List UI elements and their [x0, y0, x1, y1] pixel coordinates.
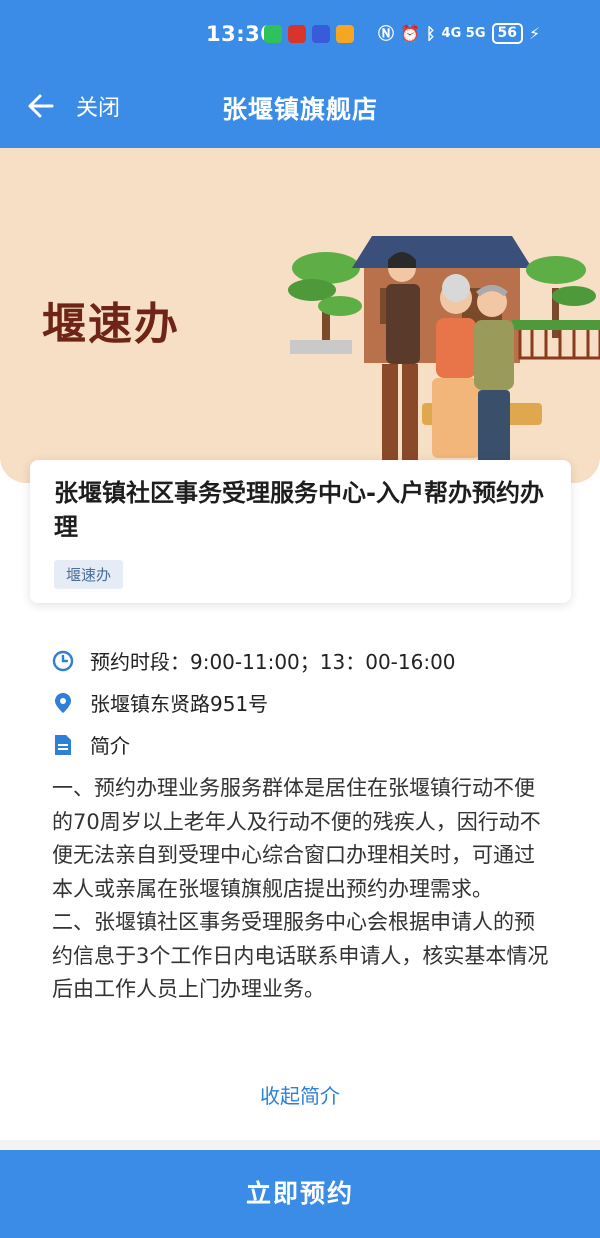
wechat-icon [264, 25, 282, 43]
service-tag: 堰速办 [54, 560, 124, 589]
battery-indicator: 56 [491, 23, 523, 44]
service-info-card: 张堰镇社区事务受理服务中心-入户帮办预约办理 堰速办 [30, 460, 571, 603]
bluetooth-icon: ᛒ [425, 23, 436, 43]
nav-bar: 关闭 张堰镇旗舰店 [0, 70, 600, 148]
network-indicator: 4G 5G [441, 26, 486, 41]
hero-brand-text: 堰速办 [42, 299, 180, 350]
alarm-icon: ⏰ [400, 23, 420, 43]
system-status: Ⓝ ⏰ ᛒ 4G 5G 56 ⚡ [378, 23, 540, 44]
voice-app-icon [312, 25, 330, 43]
collapse-intro-link[interactable]: 收起简介 [0, 1080, 600, 1109]
intro-label: 简介 [90, 734, 130, 758]
intro-text: 一、预约办理业务服务群体是居住在张堰镇行动不便的70周岁以上老年人及行动不便的残… [52, 776, 549, 1001]
page-title: 张堰镇旗舰店 [221, 95, 378, 124]
time-slot-row: 预约时段：9:00-11:00；13：00-16:00 [52, 646, 456, 675]
news-app-icon [288, 25, 306, 43]
book-now-button[interactable]: 立即预约 [0, 1150, 600, 1238]
time-slot-text: 预约时段：9:00-11:00；13：00-16:00 [90, 650, 456, 674]
notification-icons [264, 25, 354, 43]
address-text: 张堰镇东贤路951号 [90, 692, 269, 716]
service-title: 张堰镇社区事务受理服务中心-入户帮办预约办理 [54, 479, 544, 541]
nfc-icon: Ⓝ [378, 23, 395, 43]
document-icon [55, 734, 71, 755]
weibo-icon [336, 25, 354, 43]
community-service-illustration [288, 236, 600, 474]
intro-header-row: 简介 [52, 730, 130, 759]
status-bar: 13:30 Ⓝ ⏰ ᛒ 4G 5G 56 ⚡ [0, 0, 600, 70]
address-row: 张堰镇东贤路951号 [52, 688, 268, 717]
divider [0, 1140, 600, 1150]
clock-icon [52, 650, 74, 671]
location-pin-icon [55, 692, 71, 713]
hero-banner: 堰速办 [0, 148, 600, 483]
charging-icon: ⚡ [529, 23, 541, 43]
